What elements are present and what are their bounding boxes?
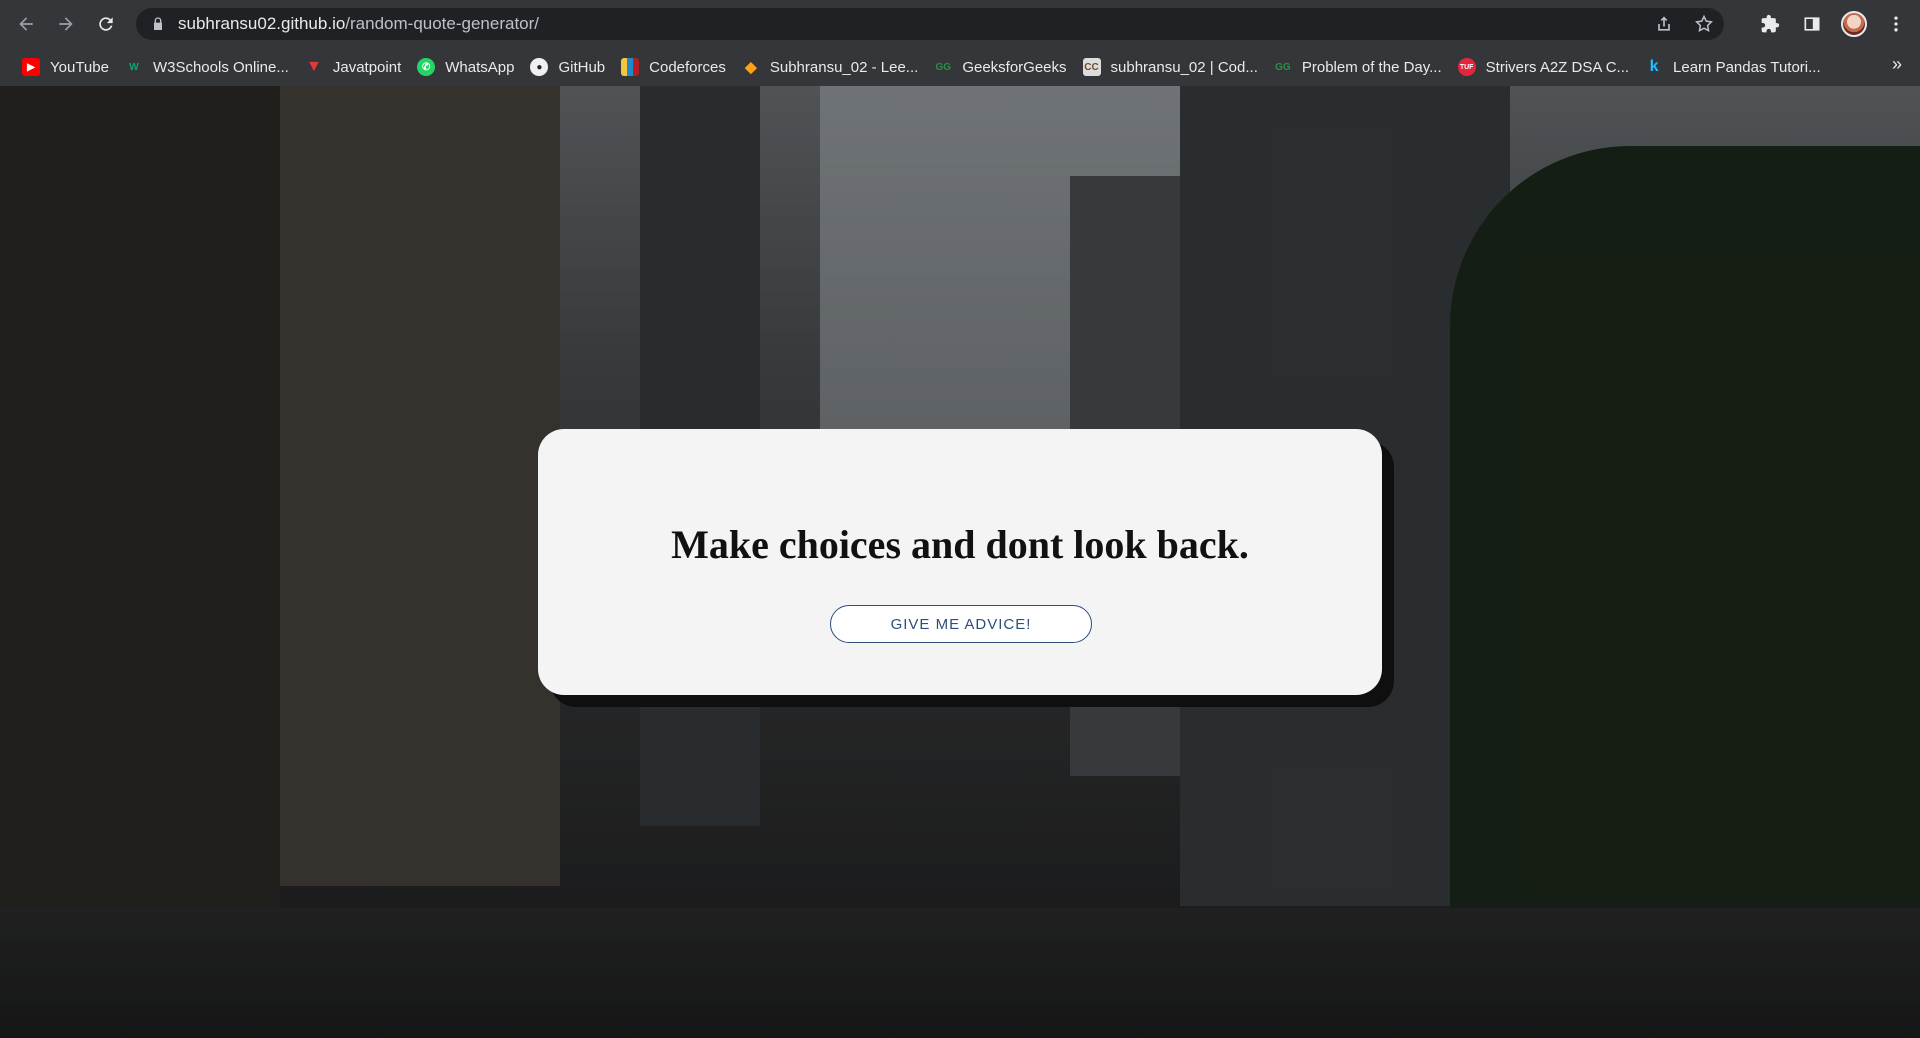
menu-kebab-icon[interactable] [1882,8,1910,40]
bookmark-whatsapp[interactable]: ✆ WhatsApp [409,53,522,81]
bookmark-label: GeeksforGeeks [962,58,1067,76]
bookmark-label: GitHub [558,58,606,76]
browser-toolbar: subhransu02.github.io/random-quote-gener… [0,0,1920,48]
bookmark-label: Javatpoint [332,58,402,76]
url-text: subhransu02.github.io/random-quote-gener… [178,14,539,34]
url-host: subhransu02.github.io [178,14,346,33]
bookmark-javatpoint[interactable]: ▼ Javatpoint [297,53,409,81]
youtube-icon: ▶ [22,58,40,76]
back-icon[interactable] [6,4,46,44]
forward-icon[interactable] [46,4,86,44]
bookmark-label: W3Schools Online... [152,58,289,76]
leetcode-icon: ◆ [745,59,757,76]
avatar [1841,11,1867,37]
bookmark-geeksforgeeks[interactable]: GG GeeksforGeeks [926,53,1074,81]
codeforces-icon [621,58,640,76]
javatpoint-icon: ▼ [305,58,322,75]
bookmark-label: Strivers A2Z DSA C... [1485,58,1630,76]
extensions-icon[interactable] [1756,8,1784,40]
reload-icon[interactable] [86,4,126,44]
lock-icon [154,17,162,30]
codechef-icon: CC [1082,58,1101,76]
address-bar[interactable]: subhransu02.github.io/random-quote-gener… [136,8,1724,40]
url-path: /random-quote-generator/ [345,14,540,33]
bookmark-pandas[interactable]: k Learn Pandas Tutori... [1637,53,1829,81]
bookmark-youtube[interactable]: ▶ YouTube [14,53,117,81]
toolbar-actions [1756,8,1910,40]
geeksforgeeks-icon: GG [935,61,952,73]
share-icon[interactable] [1652,12,1676,36]
whatsapp-icon: ✆ [417,58,436,76]
address-bar-actions [1652,12,1716,36]
bookmark-codechef[interactable]: CC subhransu_02 | Cod... [1075,53,1266,81]
bookmark-leetcode[interactable]: ◆ Subhransu_02 - Lee... [734,53,926,81]
quote-text: Make choices and dont look back. [671,522,1249,567]
w3schools-icon: W [129,61,139,73]
bookmark-label: YouTube [50,58,109,76]
browser-chrome: subhransu02.github.io/random-quote-gener… [0,0,1920,86]
bookmark-star-icon[interactable] [1692,12,1716,36]
bookmark-codeforces[interactable]: Codeforces [613,53,734,81]
geeksforgeeks-icon: GG [1275,61,1291,73]
bookmarks-overflow-icon[interactable]: » [1892,54,1902,75]
github-icon: ● [530,58,549,76]
bookmark-strivers[interactable]: TUF Strivers A2Z DSA C... [1450,53,1637,81]
bookmark-w3schools[interactable]: W W3Schools Online... [117,53,297,81]
takeuforward-icon: TUF [1457,58,1476,76]
side-panel-icon[interactable] [1798,8,1826,40]
bookmark-gfg-potd[interactable]: GG Problem of the Day... [1266,53,1450,81]
give-advice-button[interactable]: GIVE ME ADVICE! [830,605,1092,643]
bookmark-label: Subhransu_02 - Lee... [769,58,919,76]
bookmark-label: WhatsApp [445,58,515,76]
bookmark-label: subhransu_02 | Cod... [1110,58,1258,76]
quote-card: Make choices and dont look back. GIVE ME… [538,429,1382,695]
bookmarks-bar: ▶ YouTube W W3Schools Online... ▼ Javatpoin… [0,48,1920,86]
kaggle-icon: k [1649,58,1659,75]
bookmark-label: Codeforces [649,58,726,76]
bookmark-label: Problem of the Day... [1301,58,1442,76]
page-content: Make choices and dont look back. GIVE ME… [0,86,1920,1038]
bookmark-github[interactable]: ● GitHub [522,53,613,81]
bookmark-label: Learn Pandas Tutori... [1673,58,1821,76]
profile-avatar[interactable] [1840,8,1868,40]
